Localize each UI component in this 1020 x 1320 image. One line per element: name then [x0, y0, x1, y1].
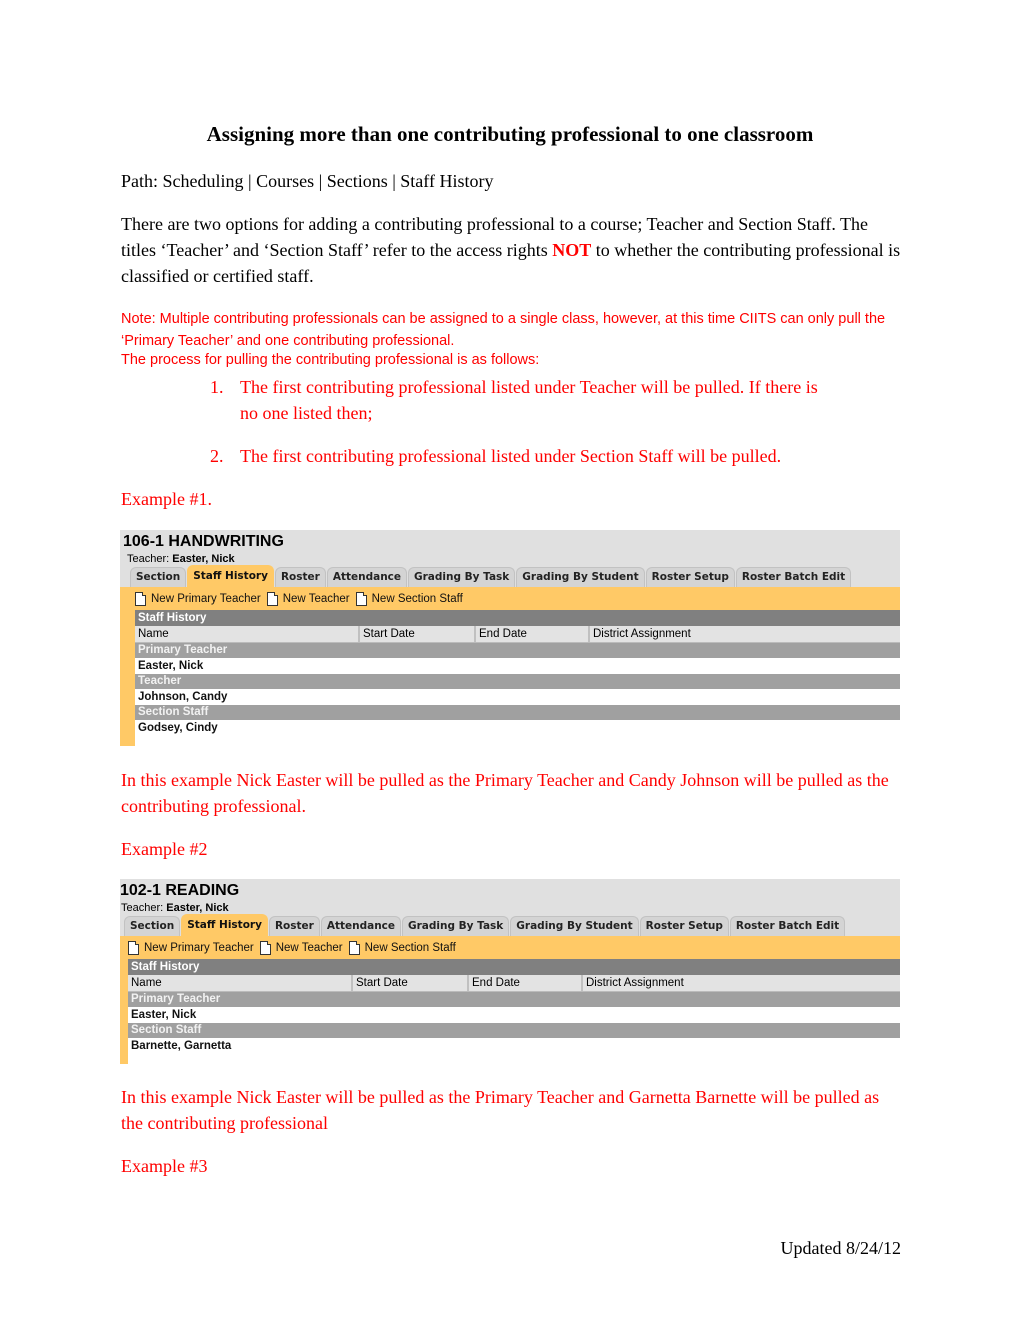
new-document-icon: [135, 591, 146, 606]
new-document-icon: [348, 940, 360, 955]
new-section-staff-button[interactable]: New Section Staff: [355, 591, 463, 606]
tab-panel: New Primary Teacher New Teacher New Sect…: [120, 587, 900, 746]
tab-staff-history[interactable]: Staff History: [187, 565, 274, 587]
new-document-icon: [355, 591, 367, 606]
example-1-label: Example #1.: [121, 489, 212, 509]
column-header-name[interactable]: Name: [135, 626, 360, 642]
tab-roster[interactable]: Roster: [268, 916, 320, 936]
tab-roster-batch-edit[interactable]: Roster Batch Edit: [735, 567, 852, 587]
tab-roster-setup[interactable]: Roster Setup: [639, 916, 729, 936]
note-line-2: The process for pulling the contributing…: [121, 352, 540, 368]
teacher-name: Easter, Nick: [166, 902, 229, 914]
group-header-section-staff: Section Staff: [135, 705, 900, 720]
tab-attendance[interactable]: Attendance: [326, 567, 408, 587]
table-row[interactable]: Johnson, Candy: [135, 689, 900, 705]
example-2-caption: In this example Nick Easter will be pull…: [121, 1087, 880, 1133]
step-text-continued: no one listed then;: [240, 403, 373, 423]
tab-section[interactable]: Section: [130, 567, 187, 587]
step-text: The first contributing professional list…: [240, 377, 818, 397]
tab-bar: Section Staff History Roster Attendance …: [120, 565, 900, 587]
intro-paragraph: There are two options for adding a contr…: [121, 211, 901, 289]
screenshot-example-2: 102-1 READING Teacher: Easter, Nick Sect…: [120, 879, 900, 1064]
table-row[interactable]: Barnette, Garnetta: [128, 1038, 900, 1054]
screenshot-example-1: 106-1 HANDWRITING Teacher: Easter, Nick …: [120, 530, 900, 746]
column-header-district-assignment[interactable]: District Assignment: [590, 626, 900, 642]
tab-roster-batch-edit[interactable]: Roster Batch Edit: [729, 916, 846, 936]
step-text: The first contributing professional list…: [240, 446, 782, 466]
new-primary-teacher-button[interactable]: New Primary Teacher: [128, 940, 254, 955]
tab-roster-setup[interactable]: Roster Setup: [645, 567, 735, 587]
new-document-icon: [128, 940, 139, 955]
group-header-primary-teacher: Primary Teacher: [128, 992, 900, 1007]
example-2-label: Example #2: [121, 839, 208, 859]
new-primary-teacher-button[interactable]: New Primary Teacher: [135, 591, 261, 606]
new-document-icon: [266, 591, 278, 606]
toolbar: New Primary Teacher New Teacher New Sect…: [128, 936, 900, 959]
button-label: New Section Staff: [371, 592, 463, 605]
button-label: New Teacher: [282, 592, 350, 605]
table-row[interactable]: Godsey, Cindy: [135, 720, 900, 736]
grid-header: Name Start Date End Date District Assign…: [135, 626, 900, 643]
course-title: 102-1 READING: [120, 882, 240, 899]
tab-attendance[interactable]: Attendance: [320, 916, 402, 936]
updated-date: Updated 8/24/12: [780, 1238, 901, 1258]
document-title: Assigning more than one contributing pro…: [206, 122, 814, 146]
column-header-district-assignment[interactable]: District Assignment: [583, 975, 900, 991]
column-header-end-date[interactable]: End Date: [476, 626, 590, 642]
group-header-teacher: Teacher: [135, 674, 900, 689]
intro-emphasis: NOT: [552, 240, 592, 260]
teacher-label: Teacher:: [121, 902, 167, 914]
course-teacher: Teacher: Easter, Nick: [120, 552, 900, 566]
table-row[interactable]: Easter, Nick: [128, 1007, 900, 1023]
group-header-primary-teacher: Primary Teacher: [135, 643, 900, 658]
step-1: 1. The first contributing professional li…: [210, 374, 900, 426]
grid-title: Staff History: [128, 959, 900, 975]
tab-grading-by-student[interactable]: Grading By Student: [510, 916, 639, 936]
step-number: 2.: [210, 446, 224, 466]
note-paragraph: Note: Multiple contributing professional…: [121, 308, 901, 369]
new-section-staff-button[interactable]: New Section Staff: [348, 940, 456, 955]
button-label: New Primary Teacher: [151, 592, 261, 605]
button-label: New Section Staff: [364, 941, 456, 954]
group-header-section-staff: Section Staff: [128, 1023, 900, 1038]
example-1-caption: In this example Nick Easter will be pull…: [121, 770, 889, 816]
grid-title: Staff History: [135, 610, 900, 626]
course-teacher: Teacher: Easter, Nick: [120, 901, 900, 915]
example-3-label: Example #3: [121, 1156, 208, 1176]
grid-header: Name Start Date End Date District Assign…: [128, 975, 900, 992]
staff-history-grid: Staff History Name Start Date End Date D…: [128, 959, 900, 1064]
button-label: New Teacher: [275, 941, 343, 954]
new-teacher-button[interactable]: New Teacher: [266, 591, 350, 606]
tab-panel: New Primary Teacher New Teacher New Sect…: [120, 936, 900, 1064]
tab-roster[interactable]: Roster: [274, 567, 326, 587]
teacher-label: Teacher:: [127, 553, 173, 565]
tab-section[interactable]: Section: [124, 916, 181, 936]
step-number: 1.: [210, 377, 224, 397]
table-row[interactable]: Easter, Nick: [135, 658, 900, 674]
tab-staff-history[interactable]: Staff History: [181, 914, 268, 936]
tab-grading-by-task[interactable]: Grading By Task: [402, 916, 510, 936]
note-line-1: Note: Multiple contributing professional…: [121, 311, 886, 349]
column-header-name[interactable]: Name: [128, 975, 353, 991]
step-2: 2. The first contributing professional li…: [210, 443, 900, 469]
teacher-name: Easter, Nick: [172, 553, 235, 565]
navigation-path: Path: Scheduling | Courses | Sections | …: [121, 171, 494, 191]
new-teacher-button[interactable]: New Teacher: [259, 940, 343, 955]
toolbar: New Primary Teacher New Teacher New Sect…: [135, 587, 900, 610]
tab-bar: Section Staff History Roster Attendance …: [120, 914, 900, 936]
column-header-start-date[interactable]: Start Date: [353, 975, 469, 991]
new-document-icon: [259, 940, 271, 955]
staff-history-grid: Staff History Name Start Date End Date D…: [135, 610, 900, 746]
button-label: New Primary Teacher: [144, 941, 254, 954]
tab-grading-by-student[interactable]: Grading By Student: [516, 567, 645, 587]
column-header-end-date[interactable]: End Date: [469, 975, 583, 991]
tab-grading-by-task[interactable]: Grading By Task: [408, 567, 516, 587]
course-title: 106-1 HANDWRITING: [123, 533, 284, 550]
column-header-start-date[interactable]: Start Date: [360, 626, 476, 642]
